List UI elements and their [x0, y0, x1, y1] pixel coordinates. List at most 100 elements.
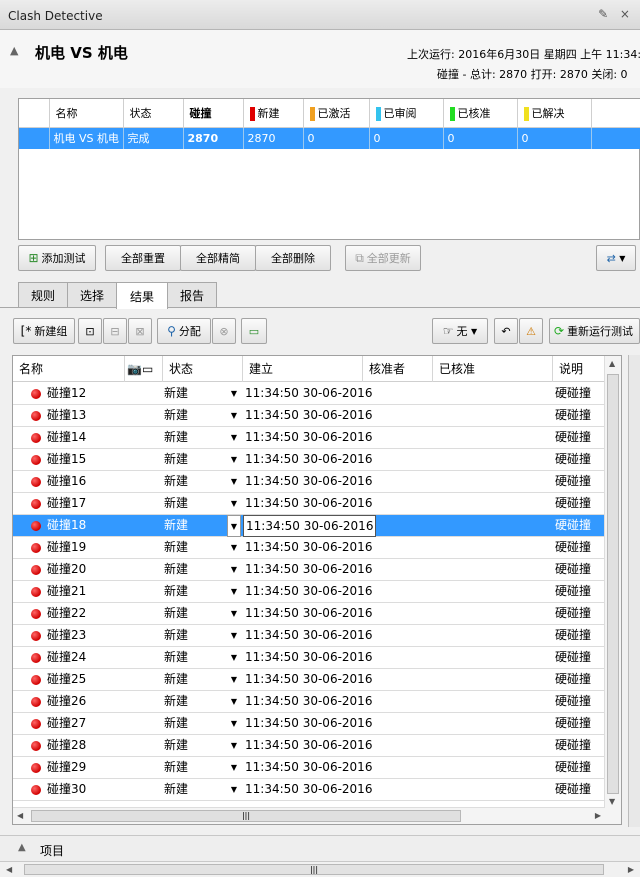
- status-dropdown-icon[interactable]: ▼: [227, 757, 241, 779]
- group-clashes-button[interactable]: ⊡: [78, 318, 102, 344]
- scroll-left-icon[interactable]: ◀: [17, 811, 23, 820]
- pin-icon[interactable]: ✎ ×: [598, 7, 634, 21]
- table-row[interactable]: 碰撞24 新建 ▼ 11:34:50 30-06-2016 硬碰撞: [13, 647, 605, 669]
- scroll-left-icon[interactable]: ◀: [6, 865, 12, 874]
- col-icons[interactable]: 📷▭: [125, 356, 163, 382]
- delete-all-button[interactable]: 全部删除: [255, 245, 331, 271]
- tab-report[interactable]: 报告: [167, 282, 217, 308]
- panel-edge-scrollbar[interactable]: [628, 355, 640, 827]
- col-approved[interactable]: 已核准: [443, 99, 518, 128]
- table-row[interactable]: 碰撞14 新建 ▼ 11:34:50 30-06-2016 硬碰撞: [13, 427, 605, 449]
- rerun-test-button[interactable]: ⟳ 重新运行测试: [549, 318, 640, 344]
- compact-all-button[interactable]: 全部精简: [180, 245, 256, 271]
- test-row[interactable]: 机电 VS 机电 完成 2870 2870 0 0 0 0: [19, 127, 640, 149]
- table-row[interactable]: 碰撞18 新建 ▼ 11:34:50 30-06-2016 硬碰撞: [13, 515, 605, 537]
- col-status[interactable]: 状态: [123, 99, 184, 128]
- clash-status: 新建: [164, 518, 189, 532]
- test-clashes: 2870: [183, 127, 244, 149]
- status-dropdown-icon[interactable]: ▼: [227, 581, 241, 603]
- unassign-button[interactable]: ⊗: [212, 318, 236, 344]
- highlight-button[interactable]: ⚠: [519, 318, 543, 344]
- col-description[interactable]: 说明: [553, 356, 605, 382]
- status-dropdown-icon[interactable]: ▼: [227, 713, 241, 735]
- new-group-button[interactable]: [* 新建组: [13, 318, 75, 344]
- status-dropdown-icon[interactable]: ▼: [227, 559, 241, 581]
- table-row[interactable]: 碰撞15 新建 ▼ 11:34:50 30-06-2016 硬碰撞: [13, 449, 605, 471]
- update-all-button[interactable]: ⧉ 全部更新: [345, 245, 421, 271]
- items-panel-bar[interactable]: ▲ 项目: [0, 835, 640, 861]
- table-row[interactable]: 碰撞12 新建 ▼ 11:34:50 30-06-2016 硬碰撞: [13, 383, 605, 405]
- bottom-scroll-thumb[interactable]: |||: [24, 864, 604, 875]
- col-approved[interactable]: 已核准: [433, 356, 553, 382]
- horizontal-scrollbar[interactable]: ◀ ||| ▶: [13, 807, 605, 824]
- remove-from-group-button[interactable]: ⊟: [103, 318, 127, 344]
- table-row[interactable]: 碰撞26 新建 ▼ 11:34:50 30-06-2016 硬碰撞: [13, 691, 605, 713]
- import-export-button[interactable]: ⇄ ▼: [596, 245, 636, 271]
- assign-button[interactable]: ⚲ 分配: [157, 318, 211, 344]
- table-row[interactable]: 碰撞21 新建 ▼ 11:34:50 30-06-2016 硬碰撞: [13, 581, 605, 603]
- col-reviewed[interactable]: 已审阅: [369, 99, 444, 128]
- col-approved-by[interactable]: 核准者: [363, 356, 433, 382]
- status-dropdown-icon[interactable]: ▼: [227, 383, 241, 405]
- table-row[interactable]: 碰撞29 新建 ▼ 11:34:50 30-06-2016 硬碰撞: [13, 757, 605, 779]
- bottom-scrollbar[interactable]: ◀ ||| ▶: [0, 861, 640, 877]
- status-dropdown-icon[interactable]: ▼: [227, 735, 241, 757]
- status-dropdown-icon[interactable]: ▼: [227, 779, 241, 801]
- vertical-scroll-thumb[interactable]: [607, 374, 619, 794]
- table-row[interactable]: 碰撞13 新建 ▼ 11:34:50 30-06-2016 硬碰撞: [13, 405, 605, 427]
- status-dropdown-icon[interactable]: ▼: [227, 493, 241, 515]
- filter-none-dropdown[interactable]: ☞ 无 ▼: [432, 318, 488, 344]
- col-active[interactable]: 已激活: [303, 99, 370, 128]
- status-dropdown-icon[interactable]: ▼: [227, 471, 241, 493]
- table-row[interactable]: 碰撞17 新建 ▼ 11:34:50 30-06-2016 硬碰撞: [13, 493, 605, 515]
- status-dropdown-icon[interactable]: ▼: [227, 427, 241, 449]
- tab-select[interactable]: 选择: [67, 282, 117, 308]
- clash-name: 碰撞18: [47, 518, 87, 532]
- status-dropdown-icon[interactable]: ▼: [227, 449, 241, 471]
- col-new[interactable]: 新建: [243, 99, 304, 128]
- col-found[interactable]: 建立: [243, 356, 363, 382]
- table-row[interactable]: 碰撞22 新建 ▼ 11:34:50 30-06-2016 硬碰撞: [13, 603, 605, 625]
- status-dropdown-icon[interactable]: ▼: [227, 537, 241, 559]
- col-name[interactable]: 名称: [13, 356, 125, 382]
- status-dropdown-icon[interactable]: ▼: [227, 647, 241, 669]
- table-row[interactable]: 碰撞25 新建 ▼ 11:34:50 30-06-2016 硬碰撞: [13, 669, 605, 691]
- table-row[interactable]: 碰撞19 新建 ▼ 11:34:50 30-06-2016 硬碰撞: [13, 537, 605, 559]
- vertical-scrollbar[interactable]: ▲ ▼: [604, 356, 621, 824]
- results-table: 名称 📷▭ 状态 建立 核准者 已核准 说明 碰撞12 新建 ▼ 11:34:50 3…: [12, 355, 622, 825]
- add-test-button[interactable]: ⊞ 添加测试: [18, 245, 96, 271]
- table-row[interactable]: 碰撞30 新建 ▼ 11:34:50 30-06-2016 硬碰撞: [13, 779, 605, 801]
- col-status[interactable]: 状态: [163, 356, 243, 382]
- reset-view-button[interactable]: ↶: [494, 318, 518, 344]
- col-resolved[interactable]: 已解决: [517, 99, 592, 128]
- status-dropdown-icon[interactable]: ▼: [227, 669, 241, 691]
- table-row[interactable]: 碰撞16 新建 ▼ 11:34:50 30-06-2016 硬碰撞: [13, 471, 605, 493]
- clash-found: 11:34:50 30-06-2016: [245, 562, 373, 576]
- horizontal-scroll-thumb[interactable]: |||: [31, 810, 461, 822]
- expand-icon[interactable]: ▲: [18, 842, 26, 853]
- status-dot-icon: [31, 741, 41, 751]
- clash-found: 11:34:50 30-06-2016: [245, 716, 373, 730]
- scroll-down-icon[interactable]: ▼: [609, 797, 615, 806]
- table-row[interactable]: 碰撞23 新建 ▼ 11:34:50 30-06-2016 硬碰撞: [13, 625, 605, 647]
- scroll-right-icon[interactable]: ▶: [595, 811, 601, 820]
- status-dropdown-icon[interactable]: ▼: [227, 691, 241, 713]
- status-dropdown-icon[interactable]: ▼: [227, 603, 241, 625]
- clash-name: 碰撞20: [47, 562, 87, 576]
- table-row[interactable]: 碰撞28 新建 ▼ 11:34:50 30-06-2016 硬碰撞: [13, 735, 605, 757]
- table-row[interactable]: 碰撞20 新建 ▼ 11:34:50 30-06-2016 硬碰撞: [13, 559, 605, 581]
- status-dropdown-icon[interactable]: ▼: [227, 405, 241, 427]
- reset-all-button[interactable]: 全部重置: [105, 245, 181, 271]
- scroll-right-icon[interactable]: ▶: [628, 865, 634, 874]
- col-name[interactable]: 名称: [49, 99, 124, 128]
- status-dropdown-icon[interactable]: ▼: [227, 625, 241, 647]
- status-dropdown-icon[interactable]: ▼: [227, 515, 241, 537]
- explode-group-button[interactable]: ⊠: [128, 318, 152, 344]
- collapse-icon[interactable]: ▲: [10, 44, 18, 57]
- tab-rules[interactable]: 规则: [18, 282, 68, 308]
- col-clashes[interactable]: 碰撞: [183, 99, 244, 128]
- table-row[interactable]: 碰撞27 新建 ▼ 11:34:50 30-06-2016 硬碰撞: [13, 713, 605, 735]
- add-comment-button[interactable]: ▭: [241, 318, 267, 344]
- scroll-up-icon[interactable]: ▲: [609, 359, 615, 368]
- tab-results[interactable]: 结果: [116, 282, 168, 309]
